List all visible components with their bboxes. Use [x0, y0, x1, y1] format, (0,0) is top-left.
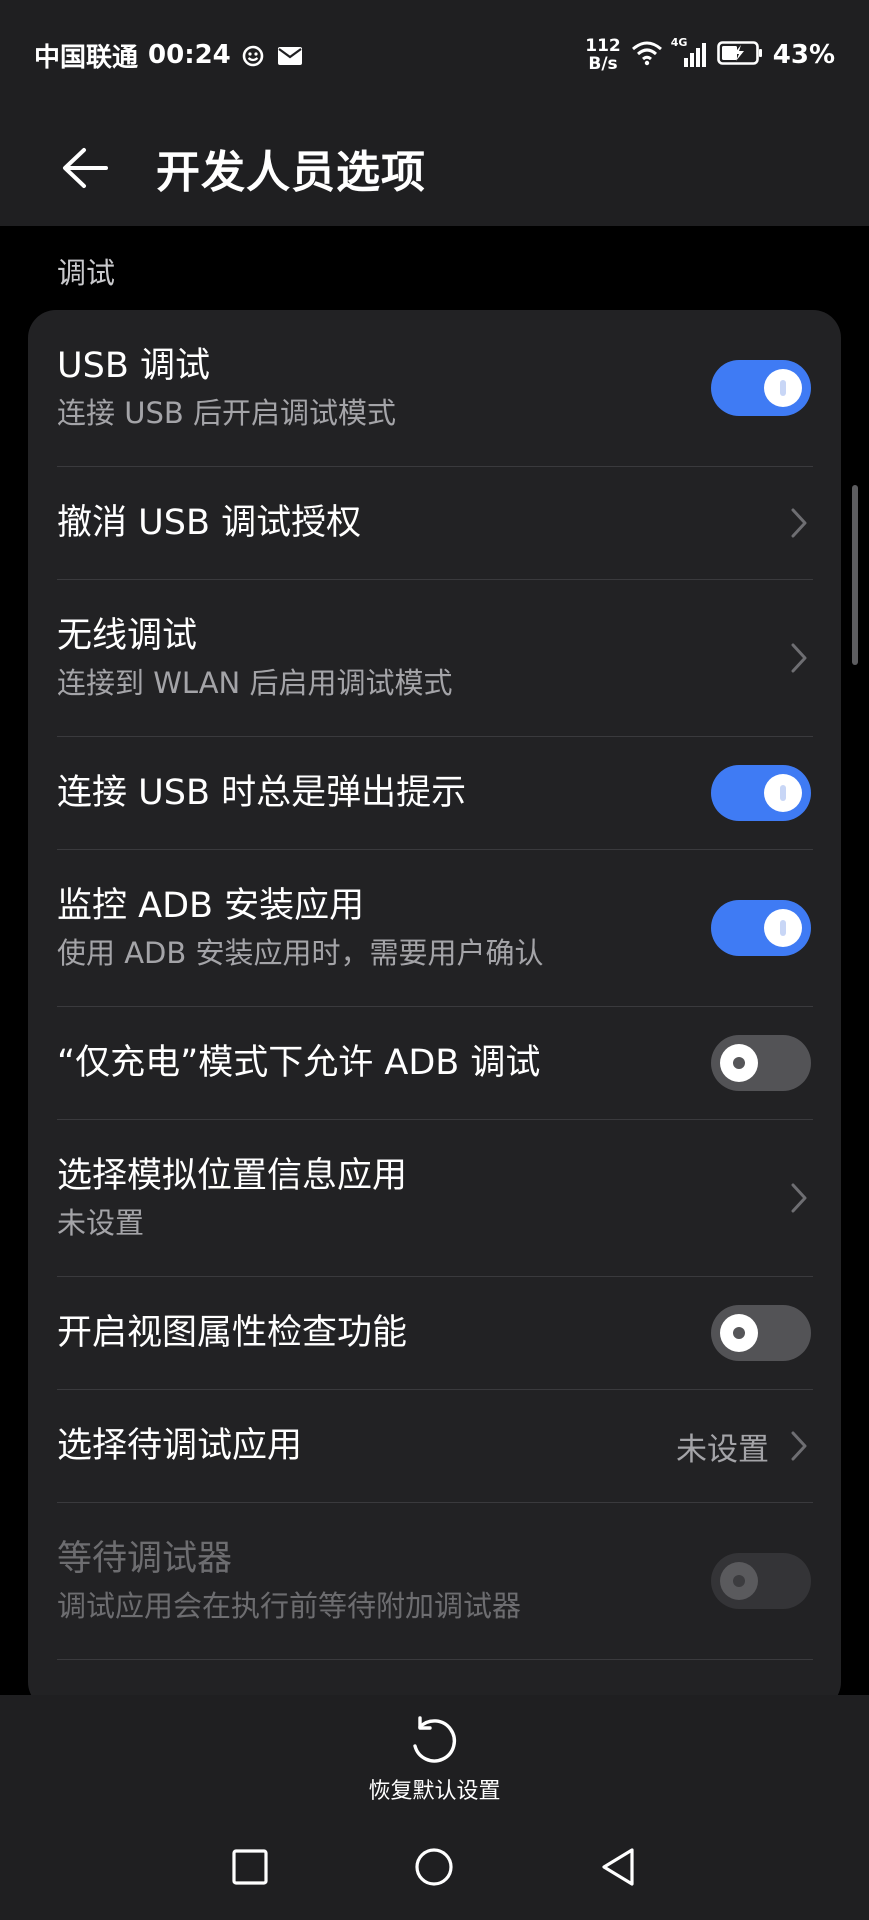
setting-revoke-usb-authorization[interactable]: 撤消 USB 调试授权 [28, 467, 841, 579]
setting-title: 监控 ADB 安装应用 [57, 886, 365, 926]
network-speed-unit: B/s [588, 54, 618, 74]
status-right: 112 B/s 4G 43% [585, 36, 835, 73]
monitor-adb-installs-toggle[interactable] [711, 900, 811, 956]
arrow-left-icon [63, 148, 108, 188]
restore-defaults-button[interactable]: 恢复默认设置 [368, 1713, 501, 1805]
wait-for-debugger-toggle [711, 1553, 811, 1609]
network-speed: 112 B/s [585, 37, 621, 73]
reset-icon [413, 1716, 457, 1763]
back-button[interactable] [58, 141, 112, 195]
setting-value: 未设置 [676, 1431, 769, 1468]
setting-title: 选择模拟位置信息应用 [57, 1156, 408, 1196]
bottom-action-bar: 恢复默认设置 [0, 1695, 869, 1815]
chevron-right-icon [779, 1180, 807, 1216]
battery-charging-icon [716, 40, 763, 70]
recents-button[interactable] [220, 1837, 280, 1897]
setting-usb-connect-prompt[interactable]: 连接 USB 时总是弹出提示 [28, 737, 841, 849]
setting-title: “仅充电”模式下允许 ADB 调试 [57, 1043, 541, 1083]
status-bar: 中国联通 00:24 112 B/s 4G 43% [0, 0, 869, 110]
network-speed-value: 112 [585, 36, 621, 56]
setting-wireless-debugging[interactable]: 无线调试 连接到 WLAN 后启用调试模式 [28, 580, 841, 736]
network-type: 4G [670, 36, 688, 49]
chevron-right-icon [779, 1428, 807, 1464]
setting-title: 无线调试 [57, 616, 198, 656]
setting-mock-location-app[interactable]: 选择模拟位置信息应用 未设置 [28, 1120, 841, 1276]
restore-defaults-label: 恢复默认设置 [368, 1779, 501, 1804]
wifi-icon [631, 40, 663, 70]
clock: 00:24 [148, 40, 231, 70]
back-nav-button[interactable] [588, 1837, 648, 1897]
setting-title: USB 调试 [57, 346, 210, 386]
developer-options-screen: 中国联通 00:24 112 B/s 4G 43% 开发人员选项 调试 USB … [0, 0, 869, 1920]
smiley-icon [241, 44, 267, 67]
carrier-name: 中国联通 [34, 42, 139, 73]
view-attribute-inspection-toggle[interactable] [711, 1305, 811, 1361]
setting-title: 开启视图属性检查功能 [57, 1313, 408, 1353]
setting-adb-charge-only-mode[interactable]: “仅充电”模式下允许 ADB 调试 [28, 1007, 841, 1119]
chevron-right-icon [779, 505, 807, 541]
setting-monitor-adb-installs[interactable]: 监控 ADB 安装应用 使用 ADB 安装应用时，需要用户确认 [28, 850, 841, 1006]
setting-subtitle: 连接 USB 后开启调试模式 [57, 396, 396, 430]
battery-percent: 43% [772, 40, 835, 70]
divider [57, 1659, 813, 1660]
setting-subtitle: 连接到 WLAN 后启用调试模式 [57, 666, 453, 700]
status-left: 中国联通 00:24 [34, 37, 303, 74]
adb-charge-only-toggle[interactable] [711, 1035, 811, 1091]
setting-title: 等待调试器 [57, 1539, 233, 1579]
setting-view-attribute-inspection[interactable]: 开启视图属性检查功能 [28, 1277, 841, 1389]
app-bar: 开发人员选项 [0, 110, 869, 226]
setting-subtitle: 调试应用会在执行前等待附加调试器 [57, 1589, 522, 1623]
mail-icon [277, 44, 303, 66]
setting-select-debug-app[interactable]: 选择待调试应用 未设置 [28, 1390, 841, 1502]
setting-usb-debugging[interactable]: USB 调试 连接 USB 后开启调试模式 [28, 310, 841, 466]
setting-title: 连接 USB 时总是弹出提示 [57, 773, 467, 813]
page-title: 开发人员选项 [156, 147, 426, 198]
setting-subtitle: 未设置 [57, 1206, 145, 1240]
home-button[interactable] [404, 1837, 464, 1897]
circle-icon [415, 1848, 453, 1886]
setting-title: 选择待调试应用 [57, 1426, 303, 1466]
scrollbar[interactable] [852, 485, 858, 665]
triangle-back-icon [602, 1848, 634, 1886]
settings-card: USB 调试 连接 USB 后开启调试模式 撤消 USB 调试授权 无线调试 连… [28, 310, 841, 1710]
setting-title: 撤消 USB 调试授权 [57, 503, 362, 543]
section-label-debugging: 调试 [57, 256, 116, 290]
setting-subtitle: 使用 ADB 安装应用时，需要用户确认 [57, 936, 544, 970]
usb-connect-prompt-toggle[interactable] [711, 765, 811, 821]
chevron-right-icon [779, 640, 807, 676]
system-navigation-bar [0, 1815, 869, 1920]
cellular-signal-icon: 4G [671, 36, 707, 68]
square-icon [232, 1849, 268, 1885]
setting-wait-for-debugger: 等待调试器 调试应用会在执行前等待附加调试器 [28, 1503, 841, 1659]
usb-debugging-toggle[interactable] [711, 360, 811, 416]
